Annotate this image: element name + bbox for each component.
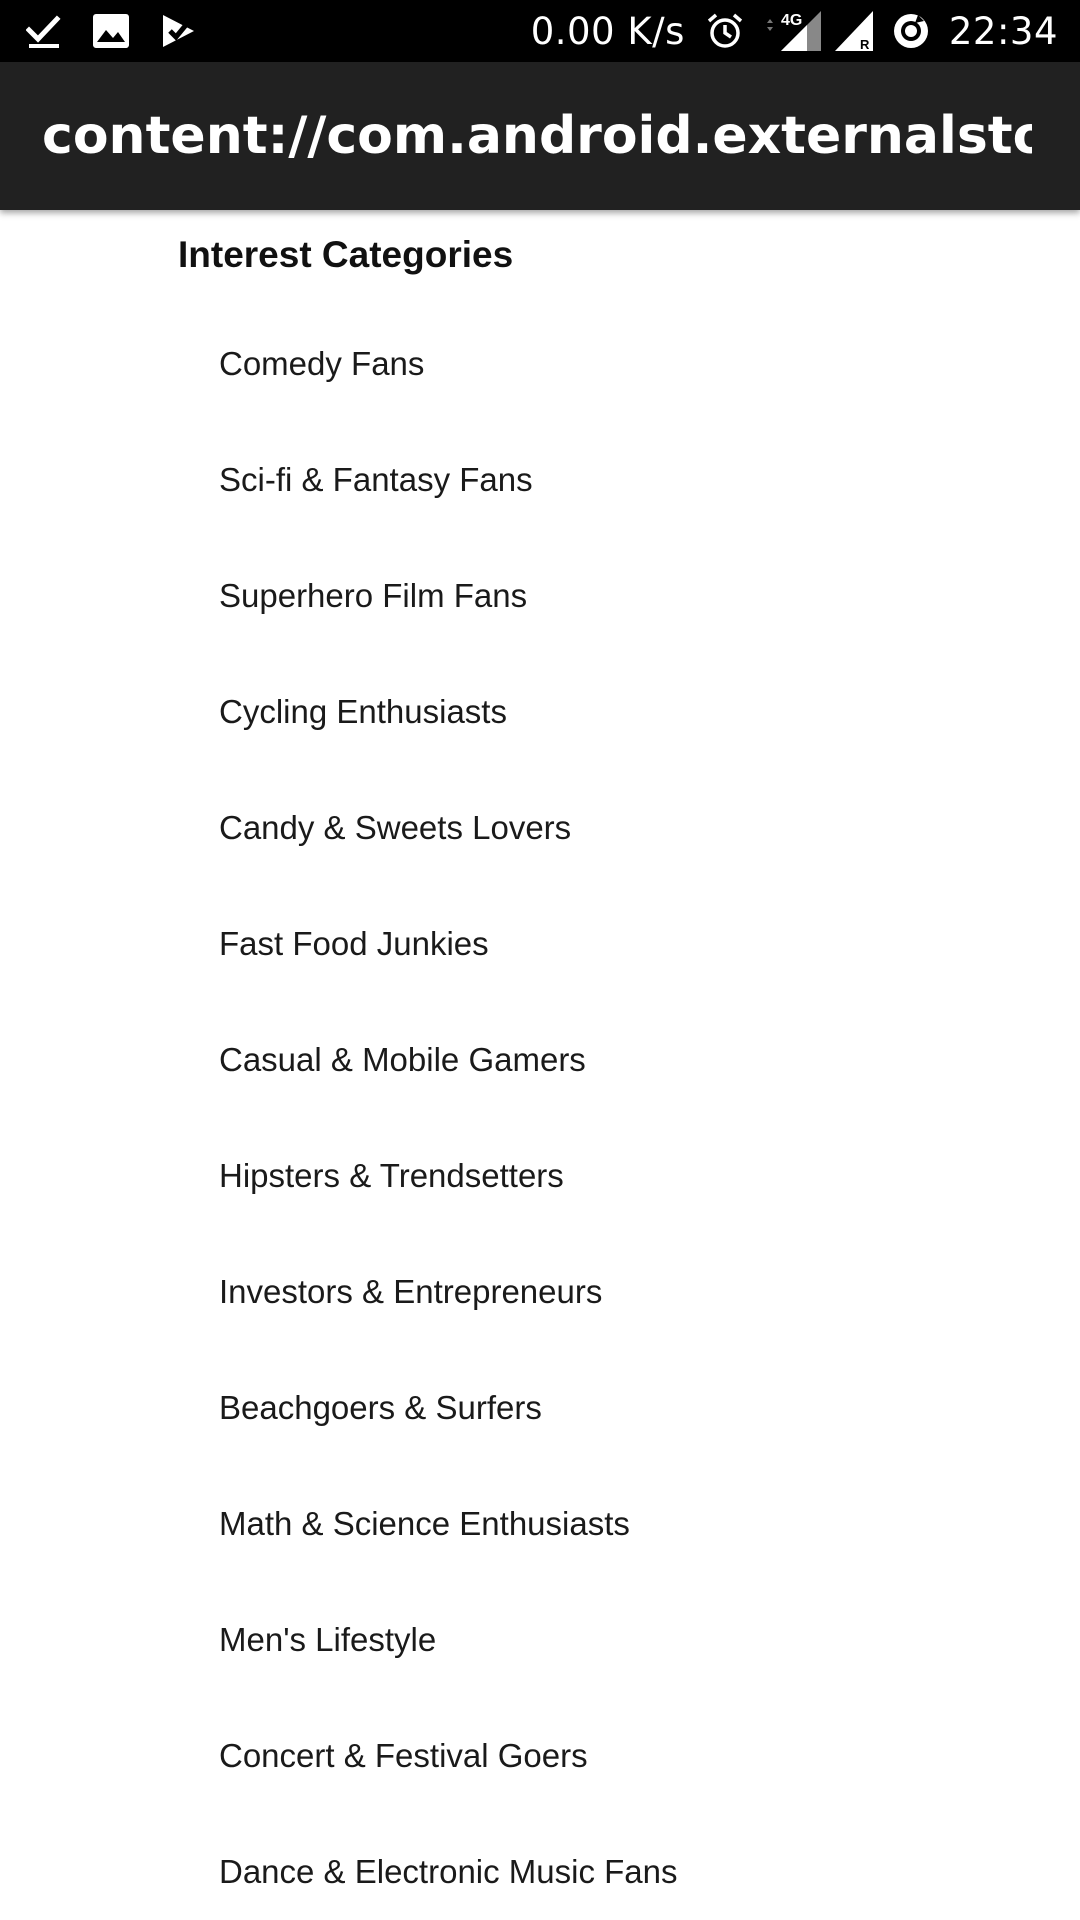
category-item-beachgoers-surfers: Beachgoers & Surfers [219, 1389, 542, 1426]
network-speed: 0.00 K/s [530, 9, 685, 53]
category-item-math-science-enthusiasts: Math & Science Enthusiasts [219, 1505, 630, 1542]
image-icon [92, 13, 130, 49]
category-item-hipsters-trendsetters: Hipsters & Trendsetters [219, 1157, 564, 1194]
category-item-scifi-fantasy-fans: Sci-fi & Fantasy Fans [219, 461, 533, 498]
category-item-investors-entrepreneurs: Investors & Entrepreneurs [219, 1273, 603, 1310]
sync-icon [891, 11, 931, 51]
lte-signal-icon: 4G [759, 9, 823, 53]
notification-icons [26, 0, 198, 62]
category-item-cycling-enthusiasts: Cycling Enthusiasts [219, 693, 507, 730]
page-title: content://com.android.externalstor... [42, 106, 1032, 166]
category-item-candy-sweets-lovers: Candy & Sweets Lovers [219, 809, 572, 846]
category-item-mens-lifestyle: Men's Lifestyle [219, 1621, 437, 1658]
signal-roaming-icon: R [833, 9, 875, 53]
category-list: Comedy Fans Sci-fi & Fantasy Fans Superh… [219, 345, 678, 1920]
download-done-icon [26, 13, 62, 49]
roaming-label: R [860, 37, 870, 52]
category-item-dance-electronic-music-fans: Dance & Electronic Music Fans [219, 1853, 678, 1890]
category-item-concert-festival-goers: Concert & Festival Goers [219, 1737, 588, 1774]
app-bar: content://com.android.externalstor... [0, 62, 1080, 210]
clock: 22:34 [948, 9, 1058, 53]
status-bar: 0.00 K/s 4G R 22:34 [0, 0, 1080, 62]
content-area[interactable]: Interest Categories Comedy Fans Sci-fi &… [0, 210, 1080, 1920]
category-item-casual-mobile-gamers: Casual & Mobile Gamers [219, 1041, 586, 1078]
task-done-icon [160, 12, 198, 50]
system-status: 0.00 K/s 4G R 22:34 [531, 0, 1058, 62]
alarm-icon [705, 11, 745, 51]
network-type-label: 4G [781, 12, 802, 29]
category-item-comedy-fans: Comedy Fans [219, 345, 425, 382]
category-item-superhero-film-fans: Superhero Film Fans [219, 577, 528, 614]
section-heading: Interest Categories [178, 234, 514, 275]
category-item-fast-food-junkies: Fast Food Junkies [219, 925, 489, 962]
